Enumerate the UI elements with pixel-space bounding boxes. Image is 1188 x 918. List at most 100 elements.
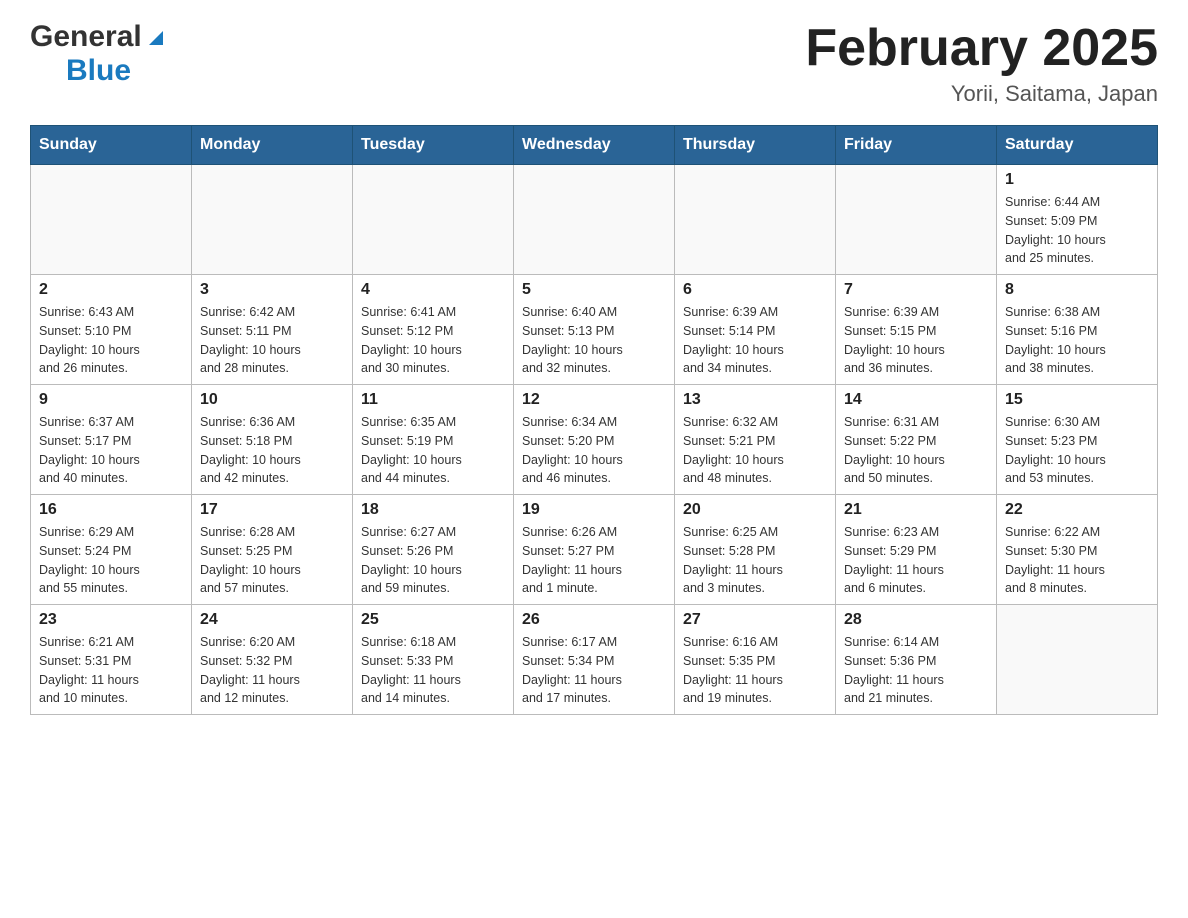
calendar-day-cell: 19 Sunrise: 6:26 AMSunset: 5:27 PMDayligh… [514,495,675,605]
day-number: 11 [361,391,505,409]
day-info: Sunrise: 6:23 AMSunset: 5:29 PMDaylight:… [844,523,988,598]
calendar-day-cell: 2 Sunrise: 6:43 AMSunset: 5:10 PMDaylight… [31,275,192,385]
calendar-day-cell: 7 Sunrise: 6:39 AMSunset: 5:15 PMDaylight… [836,275,997,385]
calendar-day-cell: 28 Sunrise: 6:14 AMSunset: 5:36 PMDayligh… [836,605,997,715]
day-of-week-header: Tuesday [353,126,514,165]
day-of-week-header: Monday [192,126,353,165]
day-number: 9 [39,391,183,409]
logo-blue-text: Blue [66,54,131,87]
day-number: 19 [522,501,666,519]
day-info: Sunrise: 6:20 AMSunset: 5:32 PMDaylight:… [200,633,344,708]
calendar-day-cell [192,165,353,275]
calendar-week-row: 23Sunrise: 6:21 AMSunset: 5:31 PMDayligh… [31,605,1158,715]
day-number: 5 [522,281,666,299]
day-info: Sunrise: 6:36 AMSunset: 5:18 PMDaylight:… [200,413,344,488]
day-of-week-header: Friday [836,126,997,165]
day-info: Sunrise: 6:40 AMSunset: 5:13 PMDaylight:… [522,303,666,378]
calendar-day-cell [353,165,514,275]
day-number: 28 [844,611,988,629]
day-number: 21 [844,501,988,519]
calendar-day-cell: 11 Sunrise: 6:35 AMSunset: 5:19 PMDayligh… [353,385,514,495]
day-info: Sunrise: 6:42 AMSunset: 5:11 PMDaylight:… [200,303,344,378]
day-info: Sunrise: 6:31 AMSunset: 5:22 PMDaylight:… [844,413,988,488]
calendar-day-cell [514,165,675,275]
calendar-day-cell: 22 Sunrise: 6:22 AMSunset: 5:30 PMDayligh… [997,495,1158,605]
day-info: Sunrise: 6:38 AMSunset: 5:16 PMDaylight:… [1005,303,1149,378]
day-number: 12 [522,391,666,409]
day-info: Sunrise: 6:22 AMSunset: 5:30 PMDaylight:… [1005,523,1149,598]
day-number: 18 [361,501,505,519]
day-number: 13 [683,391,827,409]
page-header: General Blue February 2025 Yorii, Saitam… [30,20,1158,107]
calendar-day-cell: 14 Sunrise: 6:31 AMSunset: 5:22 PMDayligh… [836,385,997,495]
day-info: Sunrise: 6:26 AMSunset: 5:27 PMDaylight:… [522,523,666,598]
calendar-day-cell: 27Sunrise: 6:16 AMSunset: 5:35 PMDayligh… [675,605,836,715]
day-info: Sunrise: 6:28 AMSunset: 5:25 PMDaylight:… [200,523,344,598]
day-of-week-header: Wednesday [514,126,675,165]
calendar-day-cell: 25Sunrise: 6:18 AMSunset: 5:33 PMDayligh… [353,605,514,715]
day-number: 24 [200,611,344,629]
calendar-day-cell [836,165,997,275]
day-number: 27 [683,611,827,629]
day-info: Sunrise: 6:37 AMSunset: 5:17 PMDaylight:… [39,413,183,488]
day-info: Sunrise: 6:18 AMSunset: 5:33 PMDaylight:… [361,633,505,708]
calendar-day-cell: 23Sunrise: 6:21 AMSunset: 5:31 PMDayligh… [31,605,192,715]
calendar-day-cell: 12 Sunrise: 6:34 AMSunset: 5:20 PMDayligh… [514,385,675,495]
day-number: 8 [1005,281,1149,299]
calendar-day-cell [675,165,836,275]
logo-general-text: General [30,20,142,54]
day-number: 2 [39,281,183,299]
day-number: 7 [844,281,988,299]
calendar-day-cell: 6Sunrise: 6:39 AMSunset: 5:14 PMDaylight… [675,275,836,385]
day-number: 15 [1005,391,1149,409]
calendar-day-cell: 18 Sunrise: 6:27 AMSunset: 5:26 PMDayligh… [353,495,514,605]
calendar-day-cell: 13 Sunrise: 6:32 AMSunset: 5:21 PMDayligh… [675,385,836,495]
day-info: Sunrise: 6:17 AMSunset: 5:34 PMDaylight:… [522,633,666,708]
calendar-day-cell [997,605,1158,715]
day-info: Sunrise: 6:43 AMSunset: 5:10 PMDaylight:… [39,303,183,378]
day-info: Sunrise: 6:32 AMSunset: 5:21 PMDaylight:… [683,413,827,488]
calendar-day-cell: 5 Sunrise: 6:40 AMSunset: 5:13 PMDaylight… [514,275,675,385]
calendar-day-cell: 3 Sunrise: 6:42 AMSunset: 5:11 PMDaylight… [192,275,353,385]
logo: General Blue [30,20,167,88]
day-number: 14 [844,391,988,409]
day-info: Sunrise: 6:44 AMSunset: 5:09 PMDaylight:… [1005,193,1149,268]
calendar-day-cell: 8 Sunrise: 6:38 AMSunset: 5:16 PMDaylight… [997,275,1158,385]
day-info: Sunrise: 6:29 AMSunset: 5:24 PMDaylight:… [39,523,183,598]
calendar-week-row: 16 Sunrise: 6:29 AMSunset: 5:24 PMDayligh… [31,495,1158,605]
day-number: 20 [683,501,827,519]
calendar-week-row: 9 Sunrise: 6:37 AMSunset: 5:17 PMDaylight… [31,385,1158,495]
calendar-week-row: 1 Sunrise: 6:44 AMSunset: 5:09 PMDaylight… [31,165,1158,275]
calendar-day-cell: 26 Sunrise: 6:17 AMSunset: 5:34 PMDayligh… [514,605,675,715]
day-info: Sunrise: 6:35 AMSunset: 5:19 PMDaylight:… [361,413,505,488]
day-info: Sunrise: 6:41 AMSunset: 5:12 PMDaylight:… [361,303,505,378]
day-of-week-header: Saturday [997,126,1158,165]
day-number: 26 [522,611,666,629]
day-info: Sunrise: 6:14 AMSunset: 5:36 PMDaylight:… [844,633,988,708]
calendar-day-cell [31,165,192,275]
logo-triangle-icon [145,27,167,49]
day-number: 1 [1005,171,1149,189]
day-info: Sunrise: 6:30 AMSunset: 5:23 PMDaylight:… [1005,413,1149,488]
month-title: February 2025 [805,20,1158,77]
calendar-day-cell: 17Sunrise: 6:28 AMSunset: 5:25 PMDayligh… [192,495,353,605]
day-number: 22 [1005,501,1149,519]
calendar-day-cell: 20 Sunrise: 6:25 AMSunset: 5:28 PMDayligh… [675,495,836,605]
day-info: Sunrise: 6:27 AMSunset: 5:26 PMDaylight:… [361,523,505,598]
day-number: 6 [683,281,827,299]
title-area: February 2025 Yorii, Saitama, Japan [805,20,1158,107]
calendar-day-cell: 24 Sunrise: 6:20 AMSunset: 5:32 PMDayligh… [192,605,353,715]
day-info: Sunrise: 6:39 AMSunset: 5:15 PMDaylight:… [844,303,988,378]
calendar-day-cell: 10Sunrise: 6:36 AMSunset: 5:18 PMDayligh… [192,385,353,495]
day-info: Sunrise: 6:25 AMSunset: 5:28 PMDaylight:… [683,523,827,598]
day-number: 4 [361,281,505,299]
calendar-day-cell: 21 Sunrise: 6:23 AMSunset: 5:29 PMDayligh… [836,495,997,605]
day-number: 16 [39,501,183,519]
calendar-day-cell: 1 Sunrise: 6:44 AMSunset: 5:09 PMDaylight… [997,165,1158,275]
day-info: Sunrise: 6:34 AMSunset: 5:20 PMDaylight:… [522,413,666,488]
location-text: Yorii, Saitama, Japan [805,81,1158,107]
calendar-table: SundayMondayTuesdayWednesdayThursdayFrid… [30,125,1158,715]
day-number: 3 [200,281,344,299]
calendar-header-row: SundayMondayTuesdayWednesdayThursdayFrid… [31,126,1158,165]
calendar-day-cell: 9 Sunrise: 6:37 AMSunset: 5:17 PMDaylight… [31,385,192,495]
